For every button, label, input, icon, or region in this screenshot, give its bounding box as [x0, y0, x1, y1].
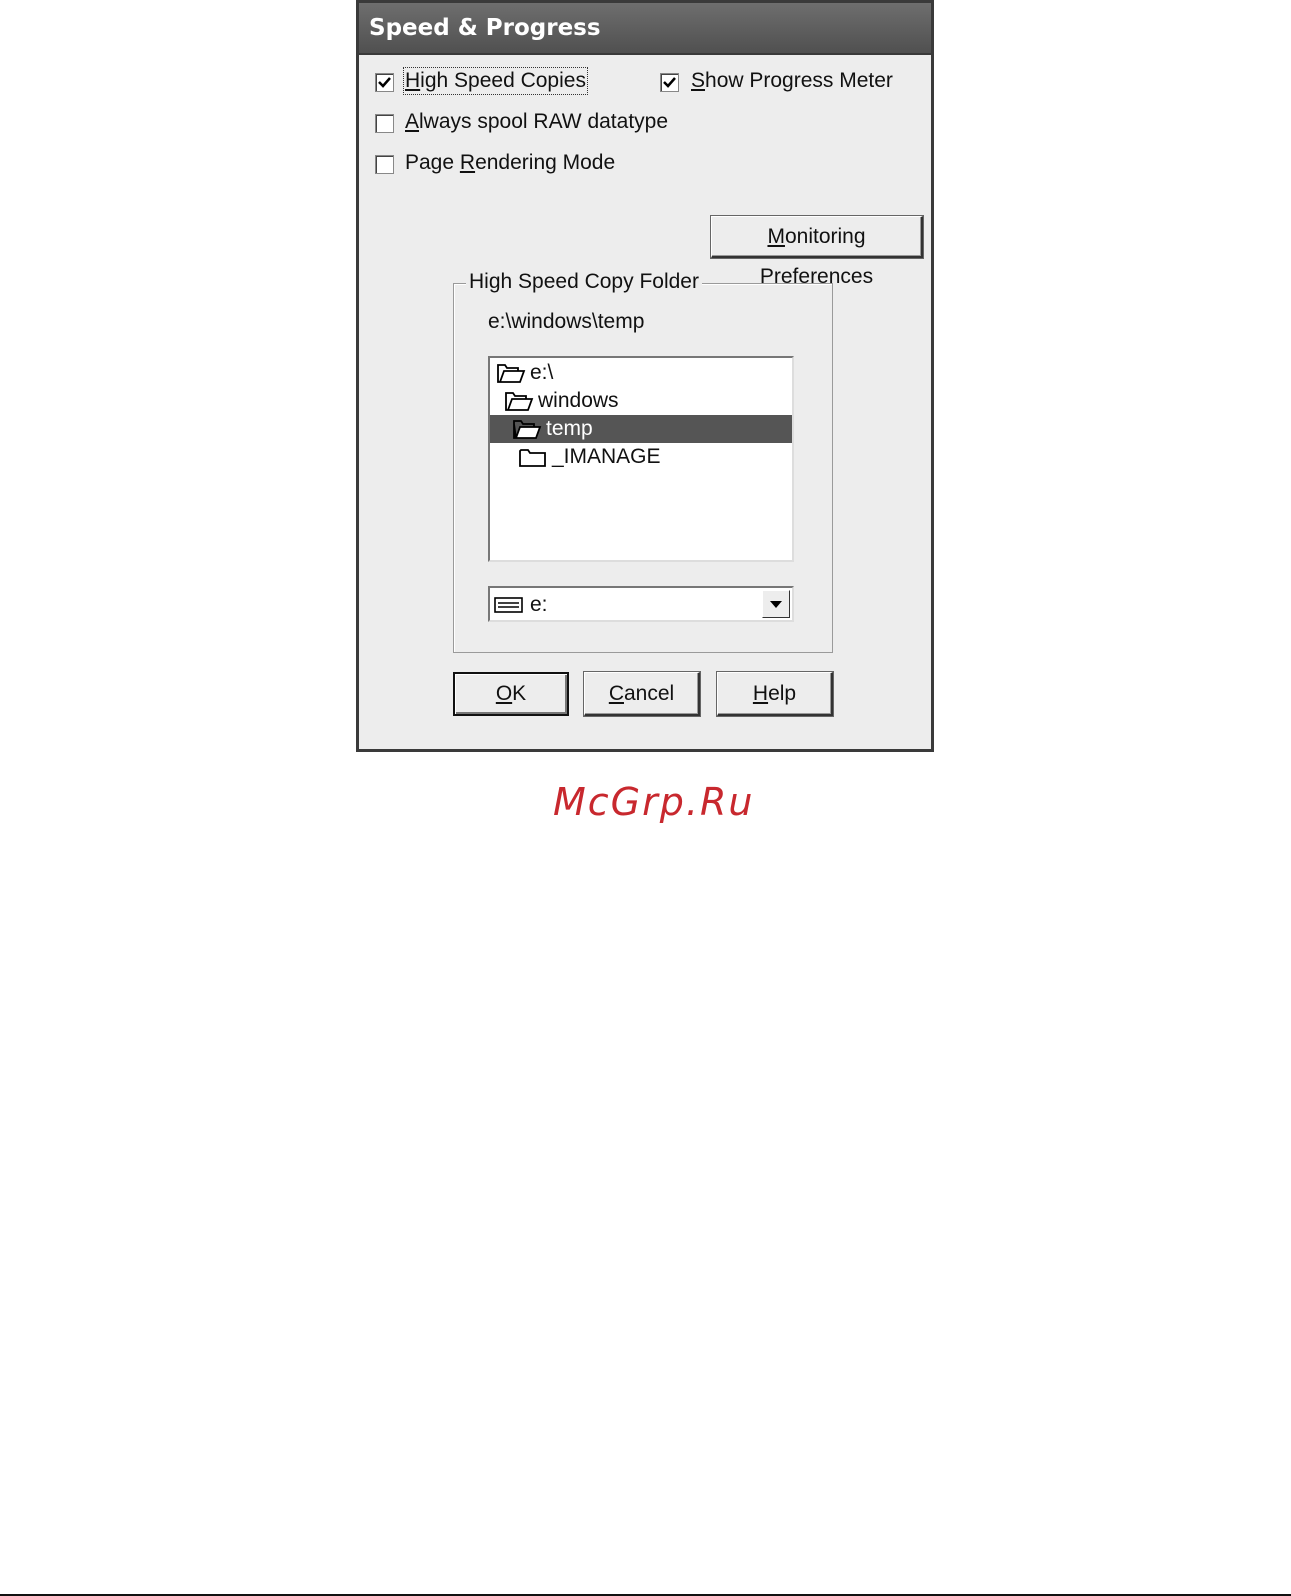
ok-button[interactable]: OK: [453, 672, 569, 716]
chevron-down-icon: [770, 601, 782, 608]
open-folder-icon: [505, 392, 534, 411]
help-button[interactable]: Help: [717, 672, 833, 716]
page-rendering-mode-checkbox[interactable]: [375, 155, 394, 174]
cancel-button[interactable]: Cancel: [584, 672, 700, 716]
watermark-text: McGrp.Ru: [553, 780, 755, 824]
checkmark-icon: [663, 77, 676, 88]
drive-select[interactable]: e:: [488, 586, 794, 622]
show-progress-meter-checkbox[interactable]: [660, 73, 679, 92]
tree-item-e-root[interactable]: e:\: [496, 359, 786, 387]
tree-item-temp[interactable]: temp: [490, 415, 792, 443]
checkmark-icon: [378, 77, 391, 88]
open-folder-icon: [513, 420, 542, 439]
open-folder-icon: [497, 364, 526, 383]
group-legend: High Speed Copy Folder: [466, 270, 702, 294]
high-speed-copy-folder-group: High Speed Copy Folder e:\windows\temp e…: [453, 270, 833, 653]
tree-item-imanage[interactable]: _IMANAGE: [518, 443, 786, 471]
title-bar[interactable]: Speed & Progress: [359, 3, 931, 55]
monitoring-preferences-button[interactable]: Monitoring Preferences: [711, 216, 923, 288]
speed-progress-dialog: Speed & Progress High Speed Copies Show …: [356, 0, 934, 752]
tree-item-label: _IMANAGE: [552, 445, 661, 468]
drive-icon: [494, 597, 523, 613]
drive-dropdown-button[interactable]: [762, 590, 790, 618]
show-progress-meter-label[interactable]: Show Progress Meter: [691, 69, 893, 93]
tree-item-windows[interactable]: windows: [504, 387, 786, 415]
dialog-title: Speed & Progress: [369, 15, 601, 41]
tree-item-label: temp: [546, 417, 593, 440]
high-speed-copies-label[interactable]: High Speed Copies: [403, 67, 588, 95]
current-path-label: e:\windows\temp: [488, 310, 645, 333]
drive-select-value: e:: [530, 593, 548, 616]
closed-folder-icon: [519, 449, 546, 467]
high-speed-copies-checkbox[interactable]: [375, 73, 394, 92]
page-rendering-mode-label[interactable]: Page Rendering Mode: [405, 151, 615, 175]
tree-item-label: windows: [538, 389, 619, 412]
always-spool-raw-checkbox[interactable]: [375, 114, 394, 133]
always-spool-raw-label[interactable]: Always spool RAW datatype: [405, 110, 668, 134]
tree-item-label: e:\: [530, 361, 554, 384]
folder-tree[interactable]: e:\ windows temp _IMANAGE: [488, 356, 794, 562]
